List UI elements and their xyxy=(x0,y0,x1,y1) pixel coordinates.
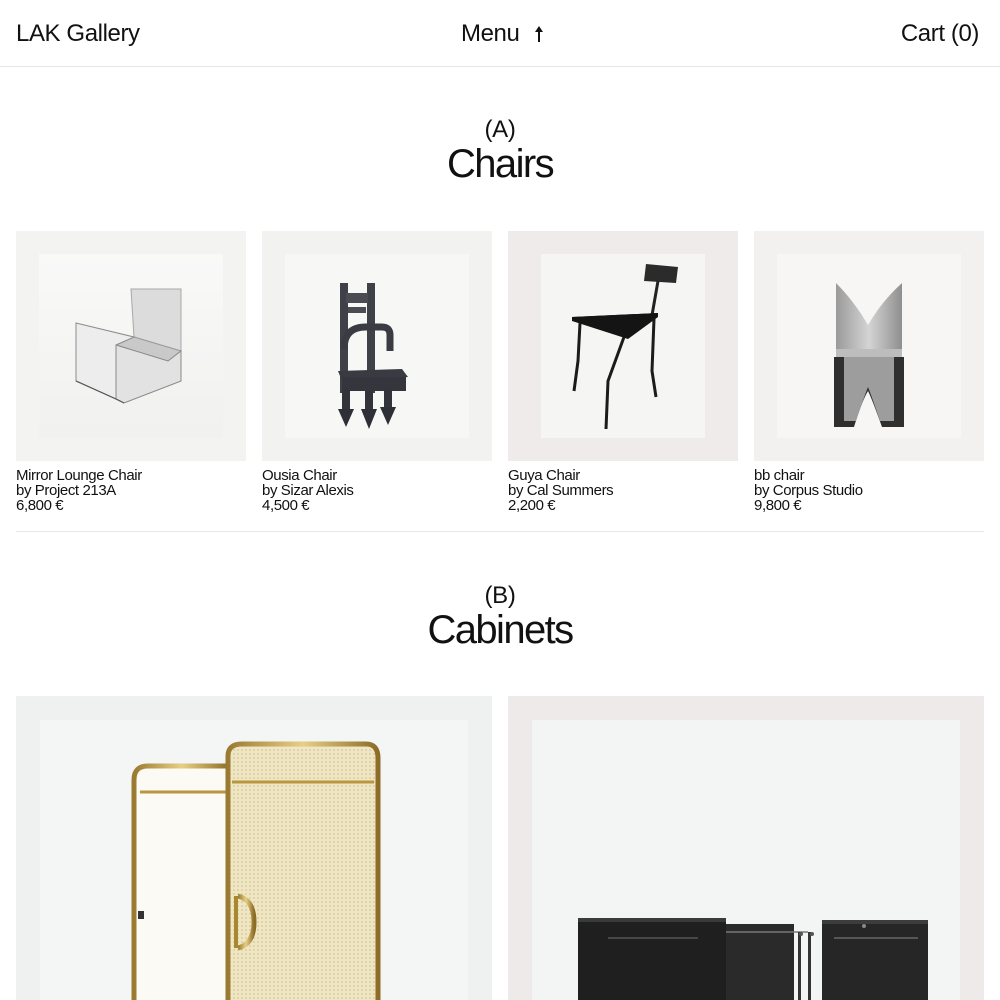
section-title[interactable]: Cabinets xyxy=(0,608,1000,652)
product-meta: Guya Chair by Cal Summers 2,200 € xyxy=(508,468,738,513)
product-price: 6,800 € xyxy=(16,497,64,514)
bb-chair-image-art xyxy=(777,254,961,438)
section-heading-cabinets: (B) Cabinets xyxy=(0,582,1000,653)
product-price: 9,800 € xyxy=(754,497,802,514)
cart-button[interactable]: Cart (0) xyxy=(901,20,980,48)
black-metal-cabinet-image-art xyxy=(532,720,960,1000)
product-maker: by Corpus Studio xyxy=(754,482,863,499)
product-meta: Mirror Lounge Chair by Project 213A 6,80… xyxy=(16,468,246,513)
section-divider xyxy=(16,531,984,532)
product-name[interactable]: bb chair xyxy=(754,468,984,483)
product-maker: by Project 213A xyxy=(16,482,116,499)
mirror-lounge-chair-image[interactable] xyxy=(16,231,246,461)
menu-label: Menu xyxy=(461,20,520,47)
product-price: 2,200 € xyxy=(508,497,556,514)
section-title[interactable]: Chairs xyxy=(0,142,1000,186)
menu-button[interactable]: Menu xyxy=(461,20,545,48)
product-name[interactable]: Ousia Chair xyxy=(262,468,492,483)
ousia-chair-image-art xyxy=(285,254,469,438)
bb-chair-image[interactable] xyxy=(754,231,984,461)
product-meta: Ousia Chair by Sizar Alexis 4,500 € xyxy=(262,468,492,513)
product-meta: bb chair by Corpus Studio 9,800 € xyxy=(754,468,984,513)
guya-chair-image-art xyxy=(541,254,705,438)
product-card[interactable]: Guya Chair by Cal Summers 2,200 € xyxy=(508,231,738,513)
product-card[interactable]: bb chair by Corpus Studio 9,800 € xyxy=(754,231,984,513)
product-maker: by Cal Summers xyxy=(508,482,614,499)
section-heading-chairs: (A) Chairs xyxy=(0,116,1000,187)
product-price: 4,500 € xyxy=(262,497,310,514)
product-card[interactable]: Mirror Lounge Chair by Project 213A 6,80… xyxy=(16,231,246,513)
product-name[interactable]: Guya Chair xyxy=(508,468,738,483)
section-letter: (A) xyxy=(484,116,516,143)
black-metal-cabinet-image[interactable] xyxy=(508,696,984,1000)
mirror-lounge-chair-image-art xyxy=(39,254,223,438)
product-name[interactable]: Mirror Lounge Chair xyxy=(16,468,246,483)
site-header: LAK Gallery Menu Cart (0) xyxy=(0,0,1000,67)
product-card[interactable]: Ousia Chair by Sizar Alexis 4,500 € xyxy=(262,231,492,513)
product-maker: by Sizar Alexis xyxy=(262,482,354,499)
brass-mesh-cabinet-image[interactable] xyxy=(16,696,492,1000)
ousia-chair-image[interactable] xyxy=(262,231,492,461)
brand-logo[interactable]: LAK Gallery xyxy=(16,20,140,48)
section-letter: (B) xyxy=(484,582,516,609)
arrow-up-icon xyxy=(535,26,544,42)
guya-chair-image[interactable] xyxy=(508,231,738,461)
brass-mesh-cabinet-image-art xyxy=(40,720,468,1000)
